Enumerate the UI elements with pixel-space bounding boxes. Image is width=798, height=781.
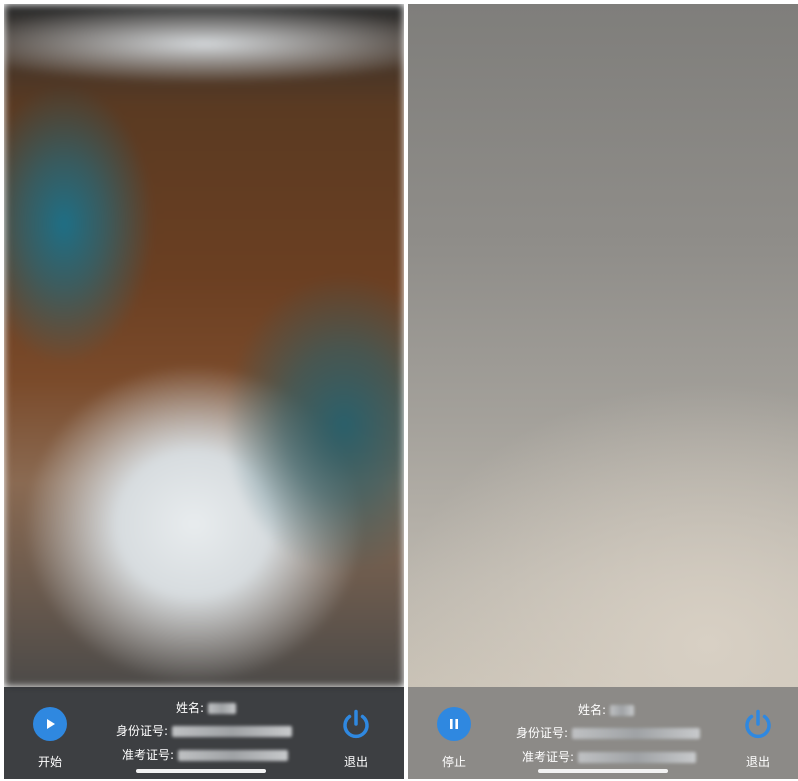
id-row: 身份证号:	[516, 724, 701, 741]
control-bar: 停止 姓名: 身份证号: 准考证号: 退出	[408, 687, 798, 779]
ticket-number-value-redacted	[178, 750, 289, 761]
exam-screen-recording: 停止 姓名: 身份证号: 准考证号: 退出	[408, 4, 798, 779]
power-icon	[338, 707, 374, 743]
home-indicator[interactable]	[136, 769, 266, 773]
name-row: 姓名:	[176, 699, 237, 716]
ticket-number-label: 准考证号:	[522, 750, 575, 764]
exit-button-label: 退出	[343, 755, 368, 769]
play-icon	[33, 707, 67, 741]
name-value-redacted	[610, 705, 635, 716]
id-number-value-redacted	[572, 728, 701, 739]
start-button[interactable]: 开始	[18, 707, 82, 771]
name-label: 姓名:	[176, 701, 205, 715]
id-number-value-redacted	[172, 726, 293, 737]
exit-button[interactable]: 退出	[324, 707, 388, 771]
ticket-number-label: 准考证号:	[122, 748, 175, 762]
id-number-label: 身份证号:	[116, 724, 169, 738]
exit-button[interactable]: 退出	[726, 707, 790, 771]
name-value-redacted	[208, 703, 237, 714]
id-number-label: 身份证号:	[516, 726, 569, 740]
control-bar: 开始 姓名: 身份证号: 准考证号: 退出	[4, 687, 404, 779]
pause-icon	[437, 707, 471, 741]
camera-preview	[408, 4, 798, 687]
exam-screen-start: 开始 姓名: 身份证号: 准考证号: 退出	[4, 4, 404, 779]
exit-button-label: 退出	[745, 755, 770, 769]
ticket-number-value-redacted	[578, 752, 697, 763]
camera-preview	[4, 4, 404, 687]
ticket-row: 准考证号:	[522, 748, 697, 765]
ticket-row: 准考证号:	[122, 746, 289, 763]
power-icon	[740, 707, 776, 743]
stop-button[interactable]: 停止	[422, 707, 486, 771]
home-indicator[interactable]	[538, 769, 668, 773]
name-row: 姓名:	[578, 701, 635, 718]
stop-button-label: 停止	[441, 755, 466, 769]
name-label: 姓名:	[578, 703, 607, 717]
id-row: 身份证号:	[116, 722, 293, 739]
start-button-label: 开始	[37, 755, 62, 769]
